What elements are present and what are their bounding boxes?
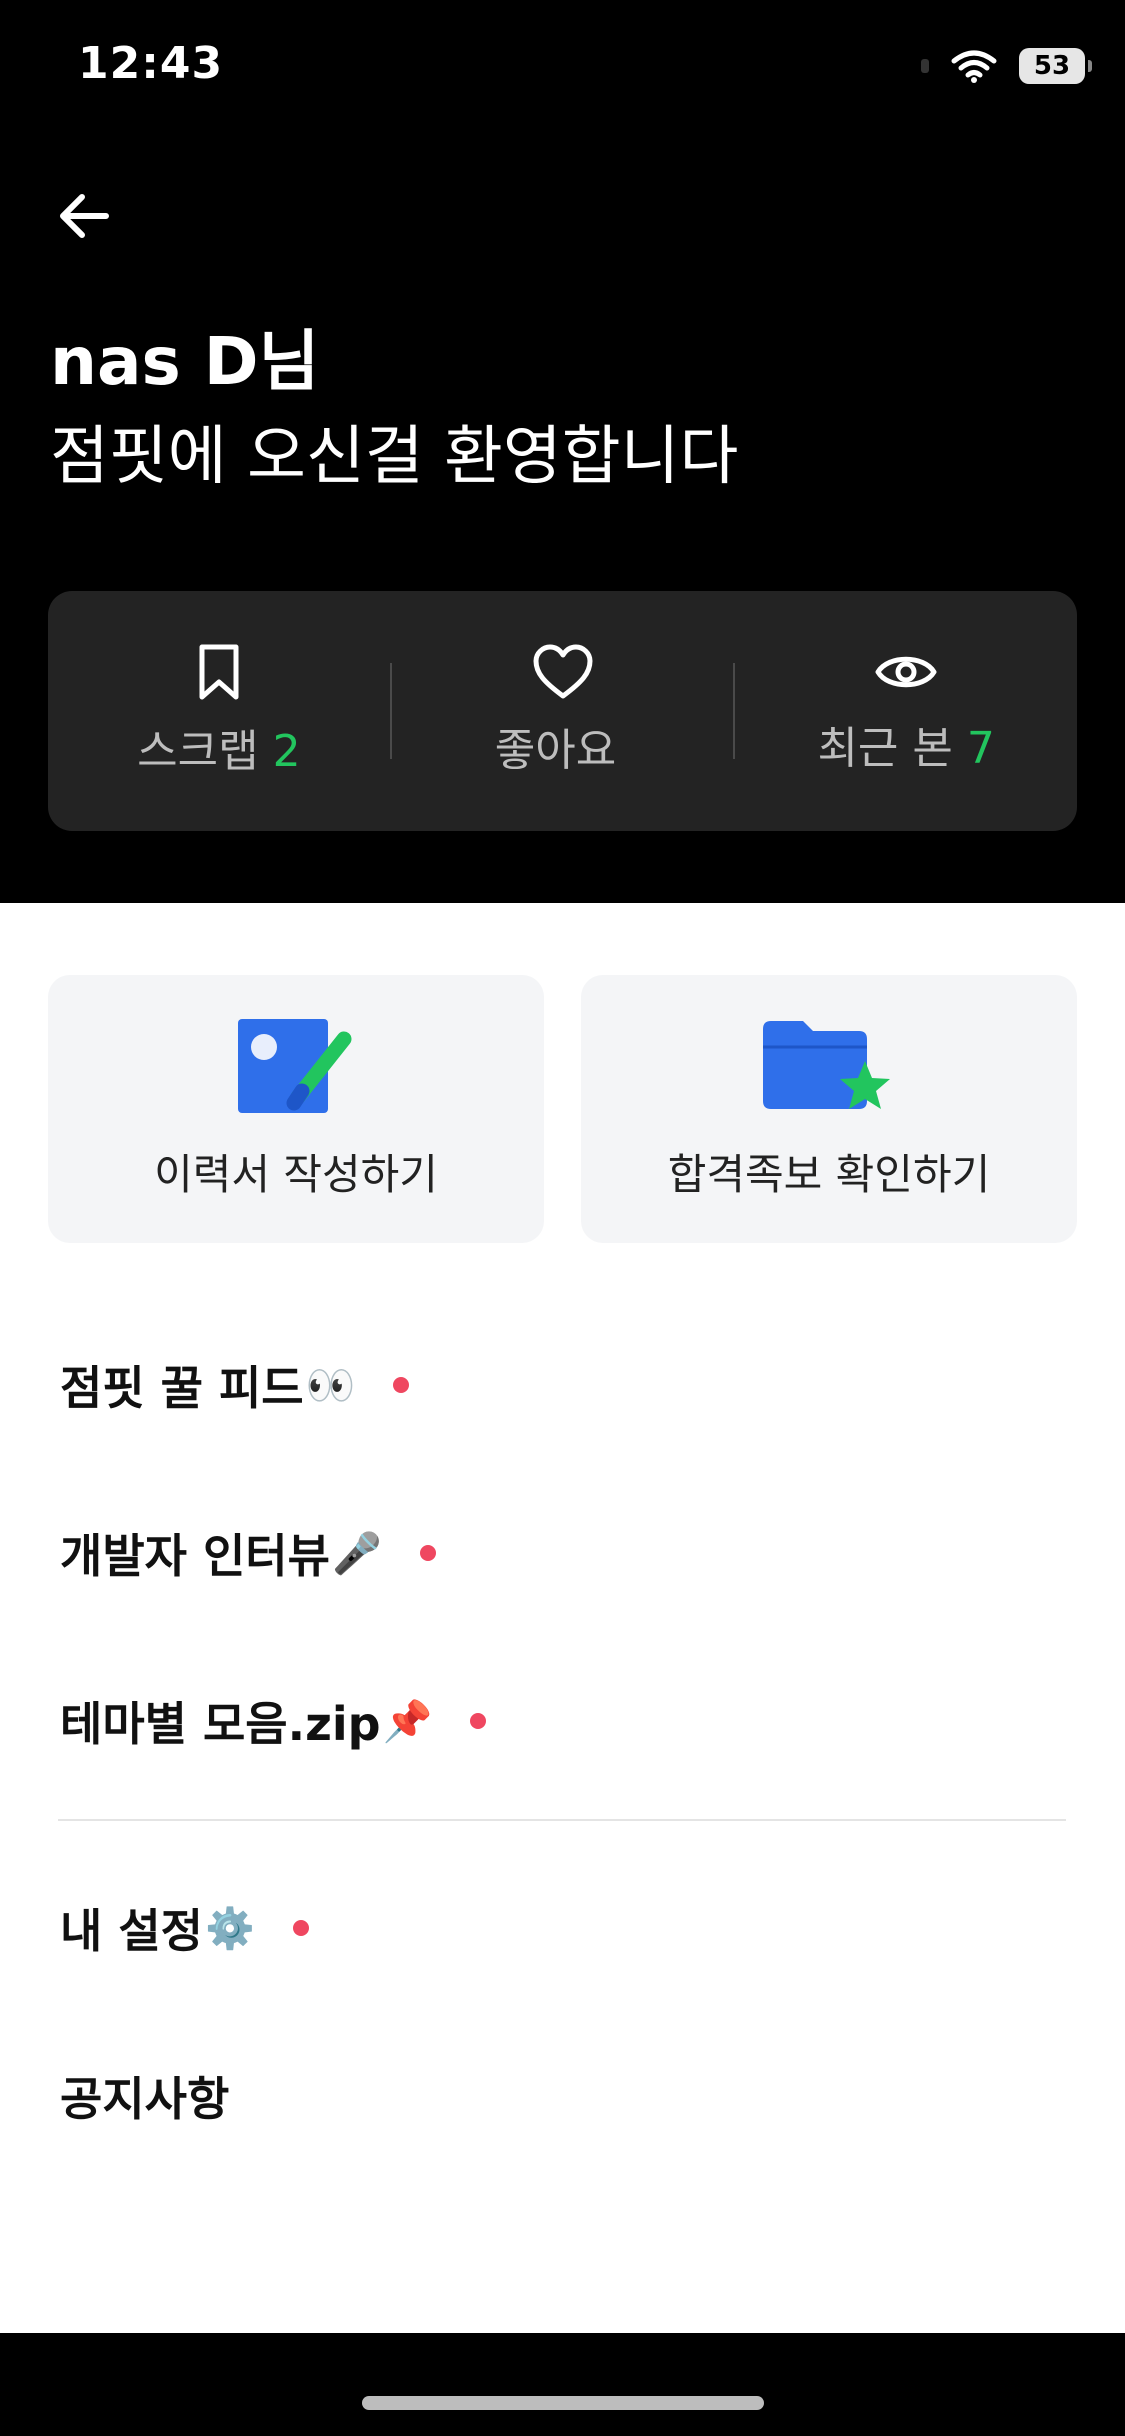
home-indicator	[362, 2396, 764, 2410]
menu-content: 이력서 작성하기 합격족보 확인하기 점핏 꿀 피드 👀 개발자 인터뷰 🎤 테…	[0, 903, 1125, 2333]
eye-icon	[875, 656, 937, 688]
recent-view-count: 7	[966, 723, 995, 774]
scrap-stat[interactable]: 스크랩 2	[48, 591, 390, 831]
menu-item-feed[interactable]: 점핏 꿀 피드 👀	[60, 1335, 410, 1435]
menu-label: 개발자 인터뷰	[60, 1529, 330, 1583]
menu-label: 점핏 꿀 피드	[60, 1361, 304, 1415]
menu-item-interview[interactable]: 개발자 인터뷰 🎤	[60, 1503, 436, 1603]
status-time: 12:43	[78, 38, 224, 89]
success-guide-label: 합격족보 확인하기	[667, 1149, 991, 1199]
wifi-icon	[951, 50, 997, 83]
back-button[interactable]	[48, 180, 120, 252]
eyes-icon: 👀	[305, 1362, 356, 1409]
menu-label: 테마별 모음.zip	[60, 1697, 381, 1751]
gear-icon: ⚙️	[204, 1905, 255, 1952]
recent-view-label: 최근 본	[817, 723, 953, 774]
menu-item-theme-collection[interactable]: 테마별 모음.zip 📌	[60, 1671, 487, 1771]
success-guide-button[interactable]: 합격족보 확인하기	[581, 975, 1077, 1243]
microphone-icon: 🎤	[331, 1530, 382, 1577]
star-folder-icon	[763, 1020, 890, 1109]
arrow-left-icon	[60, 194, 109, 238]
pushpin-icon: 📌	[382, 1698, 433, 1745]
new-badge-dot	[470, 1713, 487, 1729]
like-label: 좋아요	[494, 725, 617, 776]
recent-view-stat[interactable]: 최근 본 7	[735, 591, 1077, 831]
write-resume-button[interactable]: 이력서 작성하기	[48, 975, 544, 1243]
write-resume-label: 이력서 작성하기	[154, 1149, 438, 1199]
menu-divider	[58, 1819, 1066, 1821]
new-badge-dot	[292, 1920, 309, 1936]
menu-item-notice[interactable]: 공지사항	[60, 2046, 229, 2146]
welcome-message: 점핏에 오신걸 환영합니다	[50, 420, 739, 494]
menu-item-settings[interactable]: 내 설정 ⚙️	[60, 1878, 309, 1978]
activity-stats-card: 스크랩 2 좋아요 최근 본 7	[48, 591, 1077, 831]
like-stat[interactable]: 좋아요	[392, 591, 734, 831]
scrap-label: 스크랩	[137, 726, 259, 777]
battery-icon: 53	[1019, 48, 1092, 84]
new-badge-dot	[393, 1377, 410, 1393]
my-page-screen: 12:43 53 nas D님 점핏에 오신걸 환영합니다 스크랩 2 좋아요 …	[0, 0, 1125, 2436]
resume-edit-icon	[238, 1018, 352, 1113]
heart-icon	[533, 644, 592, 699]
new-badge-dot	[419, 1545, 436, 1561]
menu-label: 내 설정	[60, 1904, 203, 1958]
menu-label: 공지사항	[60, 2072, 230, 2126]
scrap-count: 2	[272, 726, 301, 777]
status-icons: 53	[921, 48, 1092, 84]
signal-dot-icon	[921, 59, 929, 73]
user-name: nas D님	[50, 323, 320, 400]
bookmark-icon	[199, 644, 239, 700]
